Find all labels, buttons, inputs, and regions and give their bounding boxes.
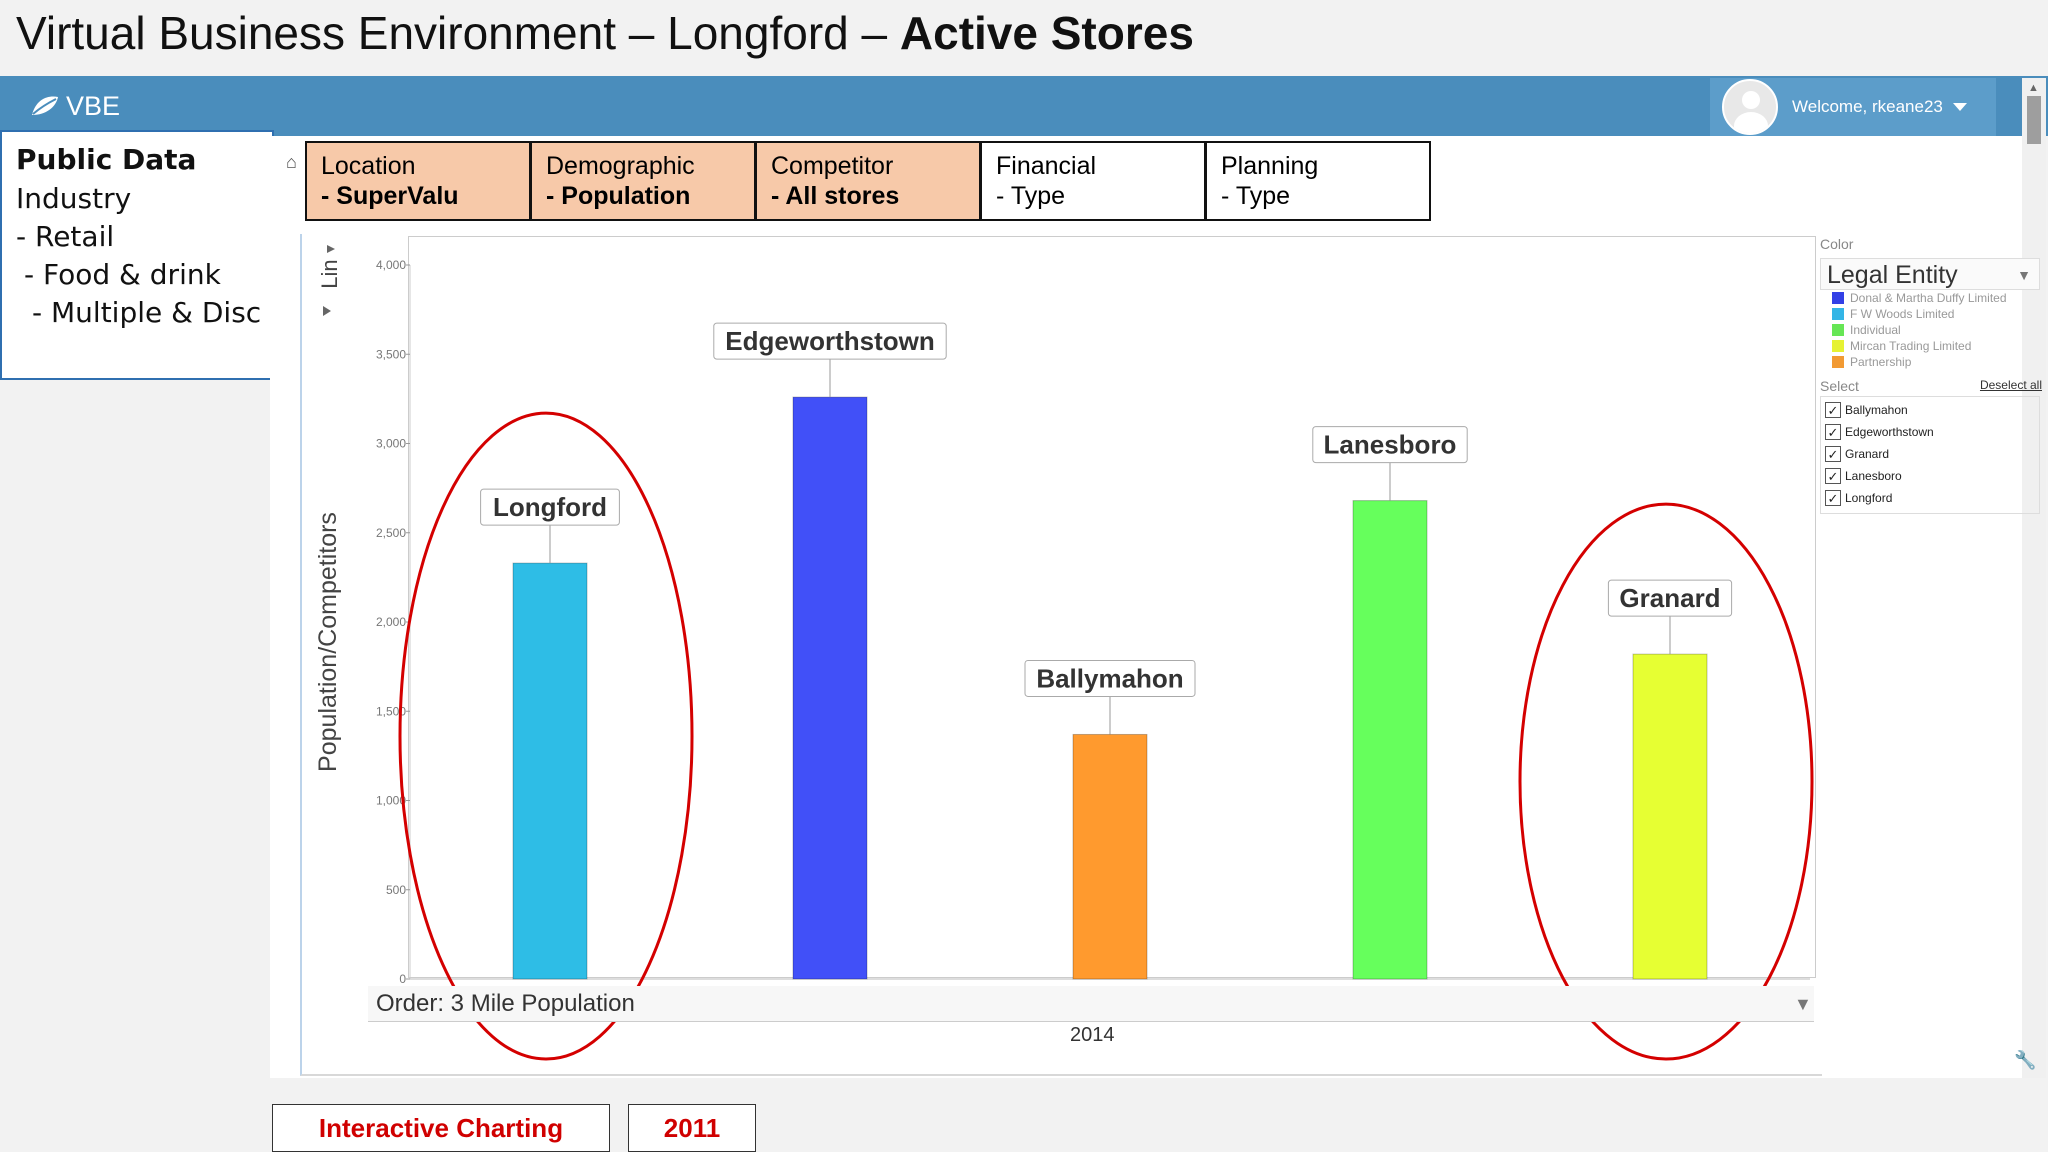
slide-title-prefix: Virtual Business Environment – Longford … (16, 7, 900, 59)
deselect-all-link[interactable]: Deselect all (1980, 378, 2042, 394)
tab-financial[interactable]: Financial - Type (980, 141, 1206, 221)
tab-label: Competitor (771, 152, 894, 180)
legend-label: Partnership (1850, 355, 1912, 369)
bar-chart: 05001,0001,5002,0002,5003,0003,5004,000P… (314, 258, 1814, 1061)
home-icon[interactable]: ⌂ (286, 152, 297, 173)
y-tick-label: 3,500 (376, 347, 406, 361)
select-item[interactable]: ✓ Edgeworthstown (1825, 421, 2039, 443)
scroll-up-icon[interactable]: ▲ (2028, 82, 2039, 94)
public-data-line: Industry (16, 182, 132, 215)
y-axis-label: Population/Competitors (314, 512, 342, 772)
legend-item[interactable]: F W Woods Limited (1832, 306, 2042, 322)
y-tick-label: 500 (386, 883, 406, 897)
select-heading: Select (1820, 378, 1859, 394)
chevron-down-icon (1952, 103, 1967, 111)
interactive-charting-button[interactable]: Interactive Charting (272, 1104, 610, 1152)
checkbox[interactable]: ✓ (1825, 446, 1841, 462)
select-item-label: Lanesboro (1845, 469, 1902, 483)
welcome-text: Welcome, rkeane23 (1792, 97, 1943, 116)
select-item-label: Ballymahon (1845, 403, 1908, 417)
bar-label: Lanesboro (1324, 430, 1457, 460)
chevron-down-icon[interactable]: ▼ (1794, 994, 1812, 1015)
wrench-icon[interactable]: 🔧 (2014, 1050, 2036, 1071)
bar-label: Longford (493, 492, 607, 522)
avatar (1722, 79, 1778, 135)
y-tick-label: 4,000 (376, 258, 406, 272)
public-data-panel: Public Data Industry - Retail - Food & d… (0, 130, 274, 380)
color-by-value: Legal Entity (1827, 261, 1958, 289)
legend-swatch (1832, 324, 1844, 336)
slide-title-bold: Active Stores (899, 7, 1194, 59)
legend-item[interactable]: Donal & Martha Duffy Limited (1832, 290, 2042, 306)
bar (512, 562, 588, 980)
user-menu[interactable]: Welcome, rkeane23 (1710, 78, 1996, 136)
tab-competitor[interactable]: Competitor - All stores (755, 141, 981, 221)
bar-label: Ballymahon (1036, 663, 1183, 693)
legend-swatch (1832, 308, 1844, 320)
checkbox[interactable]: ✓ (1825, 402, 1841, 418)
select-item[interactable]: ✓ Granard (1825, 443, 2039, 465)
tab-value: - Type (1221, 182, 1291, 210)
tab-label: Location (321, 152, 416, 180)
y-tick-label: 3,000 (376, 437, 406, 451)
tab-demographic[interactable]: Demographic - Population (530, 141, 756, 221)
tab-location[interactable]: Location - SuperValu (305, 141, 531, 221)
legend-item[interactable]: Partnership (1832, 354, 2042, 370)
tab-label: Demographic (546, 152, 695, 180)
x-axis-label: 2014 (1070, 1024, 1115, 1046)
select-item[interactable]: ✓ Lanesboro (1825, 465, 2039, 487)
bar (1632, 653, 1708, 980)
checkbox[interactable]: ✓ (1825, 424, 1841, 440)
select-item-label: Granard (1845, 447, 1890, 461)
select-list: ✓ Ballymahon ✓ Edgeworthstown ✓ Granard ✓ Lanes… (1820, 396, 2040, 514)
checkbox[interactable]: ✓ (1825, 490, 1841, 506)
public-data-line: - Retail (16, 220, 115, 253)
legend-item[interactable]: Individual (1832, 322, 2042, 338)
legend-item[interactable]: Mircan Trading Limited (1832, 338, 2042, 354)
public-data-heading: Public Data (16, 143, 197, 176)
select-item-label: Longford (1845, 491, 1893, 505)
y-tick-label: 0 (399, 972, 406, 986)
legend-panel: Color Legal Entity ▼ Donal & Martha Duff… (1820, 236, 2042, 526)
bar (792, 396, 868, 980)
vbe-logo[interactable]: VBE (30, 90, 120, 122)
leaf-icon (32, 96, 58, 115)
tab-value: - All stores (771, 182, 900, 210)
legend-swatch (1832, 340, 1844, 352)
legend-label: F W Woods Limited (1850, 307, 1955, 321)
legend-swatch (1832, 292, 1844, 304)
select-item-label: Edgeworthstown (1845, 425, 1934, 439)
tab-label: Financial (996, 152, 1097, 180)
year-2011-button[interactable]: 2011 (628, 1104, 756, 1152)
bar-label: Granard (1619, 583, 1720, 613)
page-scrollbar[interactable] (2022, 78, 2046, 1078)
color-heading: Color (1820, 236, 1854, 252)
scrollbar-thumb[interactable] (2027, 96, 2041, 144)
legend-label: Donal & Martha Duffy Limited (1850, 291, 2007, 305)
chevron-down-icon: ▼ (2017, 267, 2031, 283)
y-tick-label: 2,500 (376, 526, 406, 540)
bar (1072, 733, 1148, 980)
logo-text: VBE (66, 90, 121, 121)
legend-swatch (1832, 356, 1844, 368)
bar (1352, 500, 1428, 980)
tab-planning[interactable]: Planning - Type (1205, 141, 1431, 221)
select-item[interactable]: ✓ Ballymahon (1825, 399, 2039, 421)
select-item[interactable]: ✓ Longford (1825, 487, 2039, 509)
checkbox[interactable]: ✓ (1825, 468, 1841, 484)
legend-list: Donal & Martha Duffy Limited F W Woods Li… (1820, 290, 2042, 370)
legend-label: Individual (1850, 323, 1901, 337)
public-data-line: - Food & drink (24, 258, 221, 291)
tab-label: Planning (1221, 152, 1319, 180)
y-tick-label: 2,000 (376, 615, 406, 629)
slide-title: Virtual Business Environment – Longford … (16, 6, 1194, 60)
legend-label: Mircan Trading Limited (1850, 339, 1972, 353)
order-label: Order: 3 Mile Population (376, 990, 635, 1017)
color-by-select[interactable]: Legal Entity ▼ (1820, 258, 2040, 290)
tab-value: - SuperValu (321, 182, 459, 210)
bar-label: Edgeworthstown (725, 326, 934, 356)
tab-value: - Population (546, 182, 691, 210)
tab-value: - Type (996, 182, 1066, 210)
public-data-line: - Multiple & Disc (32, 296, 262, 329)
